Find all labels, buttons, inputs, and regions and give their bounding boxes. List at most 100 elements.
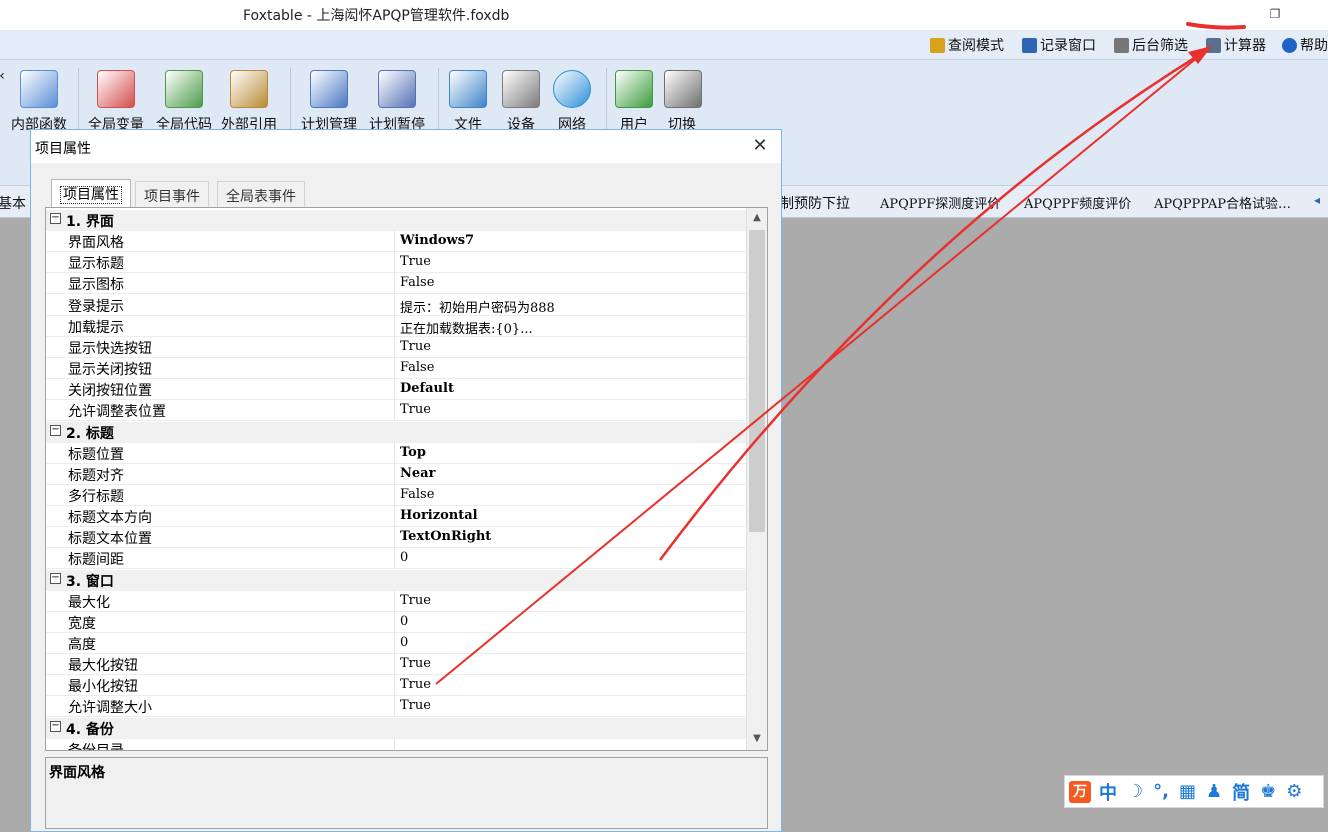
property-row[interactable]: 最大化 True	[46, 590, 746, 612]
ribbon-button-8[interactable]: 网络	[552, 68, 592, 134]
property-value[interactable]: 正在加载数据表:{0}...	[400, 318, 533, 337]
property-category[interactable]: −4. 备份	[46, 717, 746, 739]
ribbon-button-6[interactable]: 文件	[446, 68, 490, 134]
ime-item-3[interactable]: ▦	[1179, 781, 1196, 802]
property-row[interactable]: 显示标题 True	[46, 252, 746, 274]
property-category[interactable]: −2. 标题	[46, 421, 746, 443]
tab-prevention-dropdown[interactable]: 制预防下拉	[780, 193, 850, 213]
ime-item-1[interactable]: ☽	[1127, 781, 1143, 802]
property-row[interactable]: 显示关闭按钮 False	[46, 358, 746, 380]
property-value[interactable]: 0	[400, 635, 408, 650]
property-value[interactable]: True	[400, 698, 431, 713]
ribbon-button-3[interactable]: 外部引用	[218, 68, 280, 134]
property-row[interactable]: 标题对齐 Near	[46, 463, 746, 485]
property-value[interactable]: Horizontal	[400, 508, 478, 523]
property-value[interactable]: True	[400, 593, 431, 608]
collapse-icon[interactable]: −	[50, 213, 61, 224]
property-value[interactable]: TextOnRight	[400, 529, 491, 544]
property-value[interactable]: True	[400, 254, 431, 269]
scroll-down-icon[interactable]: ▼	[747, 729, 767, 749]
tab-basic[interactable]: 基本	[0, 193, 26, 213]
description-title: 界面风格	[49, 765, 105, 781]
ribbon-button-10[interactable]: 切换	[664, 68, 702, 134]
ime-item-6[interactable]: ♚	[1260, 781, 1276, 802]
property-value[interactable]: False	[400, 275, 434, 290]
property-row[interactable]: 显示快选按钮 True	[46, 336, 746, 358]
property-value[interactable]: True	[400, 656, 431, 671]
collapse-icon[interactable]: −	[50, 424, 61, 436]
collapse-icon[interactable]: −	[50, 720, 61, 732]
property-value[interactable]: 提示：初始用户密码为888	[400, 297, 555, 316]
property-row[interactable]: 界面风格 Windows7	[46, 231, 746, 253]
property-value[interactable]: False	[400, 360, 434, 375]
ime-logo-icon[interactable]: 万	[1069, 780, 1091, 803]
property-name: 登录提示	[68, 298, 124, 315]
tab-global-table-events[interactable]: 全局表事件	[217, 181, 305, 207]
vertical-scrollbar[interactable]: ▲ ▼	[746, 208, 767, 750]
property-row[interactable]: 加载提示 正在加载数据表:{0}...	[46, 315, 746, 337]
property-row[interactable]: 宽度 0	[46, 611, 746, 633]
property-value[interactable]: Windows7	[400, 233, 474, 248]
tab-occurrence-rating[interactable]: APQPPF频度评价	[1024, 193, 1131, 212]
ribbon-button-2[interactable]: 全局代码	[152, 68, 216, 134]
ribbon-button-4[interactable]: 计划管理	[298, 68, 360, 134]
property-value[interactable]: Default	[400, 381, 454, 396]
toolbar-item-label: 后台筛选	[1132, 38, 1188, 54]
ime-item-7[interactable]: ⚙	[1286, 781, 1302, 802]
ime-item-0[interactable]: 中	[1099, 779, 1117, 805]
column-divider	[394, 463, 395, 485]
property-category[interactable]: −1. 界面	[46, 210, 746, 231]
property-row[interactable]: 显示图标 False	[46, 273, 746, 295]
property-row[interactable]: 高度 0	[46, 633, 746, 654]
toolbar-item-1[interactable]: 记录窗口	[1022, 36, 1096, 54]
collapse-icon[interactable]: −	[50, 572, 61, 584]
property-value[interactable]: True	[400, 339, 431, 354]
ribbon-button-1[interactable]: 全局变量	[84, 68, 148, 134]
column-divider	[394, 442, 395, 464]
toolbar-item-4[interactable]: 帮助	[1282, 36, 1328, 54]
property-row[interactable]: 允许调整大小 True	[46, 696, 746, 718]
property-row[interactable]: 多行标题 False	[46, 484, 746, 506]
tab-scroll-left-icon[interactable]: ◂	[1314, 193, 1320, 207]
restore-button[interactable]: ❐	[1267, 7, 1283, 23]
property-value[interactable]: 0	[400, 614, 408, 629]
property-value[interactable]: False	[400, 487, 434, 502]
ime-item-5[interactable]: 简	[1232, 779, 1250, 805]
ribbon-separator	[438, 68, 439, 132]
property-row[interactable]: 允许调整表位置 True	[46, 400, 746, 422]
ime-item-4[interactable]: ♟	[1206, 781, 1222, 802]
tab-project-events[interactable]: 项目事件	[135, 181, 209, 207]
property-name: 允许调整大小	[68, 700, 152, 717]
property-value[interactable]: True	[400, 677, 431, 692]
property-name: 允许调整表位置	[68, 404, 166, 421]
scroll-up-icon[interactable]: ▲	[747, 208, 767, 228]
property-row[interactable]: 关闭按钮位置 Default	[46, 379, 746, 401]
tab-project-properties[interactable]: 项目属性	[51, 179, 131, 207]
property-row[interactable]: 标题间距 0	[46, 548, 746, 570]
ribbon-separator	[78, 68, 79, 132]
property-value[interactable]: Near	[400, 466, 435, 481]
ime-item-2[interactable]: °,	[1153, 781, 1169, 802]
property-value[interactable]: Top	[400, 445, 426, 460]
property-category[interactable]: −3. 窗口	[46, 569, 746, 591]
property-row[interactable]: 登录提示 提示：初始用户密码为888	[46, 294, 746, 316]
tab-detection-rating[interactable]: APQPPF探测度评价	[880, 193, 1000, 212]
toolbar-item-3[interactable]: 计算器	[1206, 36, 1266, 54]
scroll-thumb[interactable]	[749, 230, 765, 532]
property-row[interactable]: 标题位置 Top	[46, 442, 746, 464]
tab-ppap-test[interactable]: APQPPPAP合格试验…	[1154, 193, 1291, 212]
ribbon-button-0[interactable]: 内部函数	[8, 68, 70, 134]
property-row[interactable]: 标题文本位置 TextOnRight	[46, 527, 746, 549]
toolbar-item-0[interactable]: 查阅模式	[930, 36, 1004, 54]
ribbon-button-7[interactable]: 设备	[500, 68, 542, 134]
toolbar-item-2[interactable]: 后台筛选	[1114, 36, 1188, 54]
property-row[interactable]: 标题文本方向 Horizontal	[46, 506, 746, 528]
property-value[interactable]: True	[400, 402, 431, 417]
ribbon-button-5[interactable]: 计划暂停	[366, 68, 428, 134]
property-value[interactable]: 0	[400, 550, 408, 565]
property-row[interactable]: 备份目录	[46, 738, 746, 750]
property-row[interactable]: 最小化按钮 True	[46, 675, 746, 697]
close-icon[interactable]: ✕	[749, 136, 771, 158]
property-row[interactable]: 最大化按钮 True	[46, 654, 746, 676]
ribbon-button-9[interactable]: 用户	[614, 68, 654, 134]
